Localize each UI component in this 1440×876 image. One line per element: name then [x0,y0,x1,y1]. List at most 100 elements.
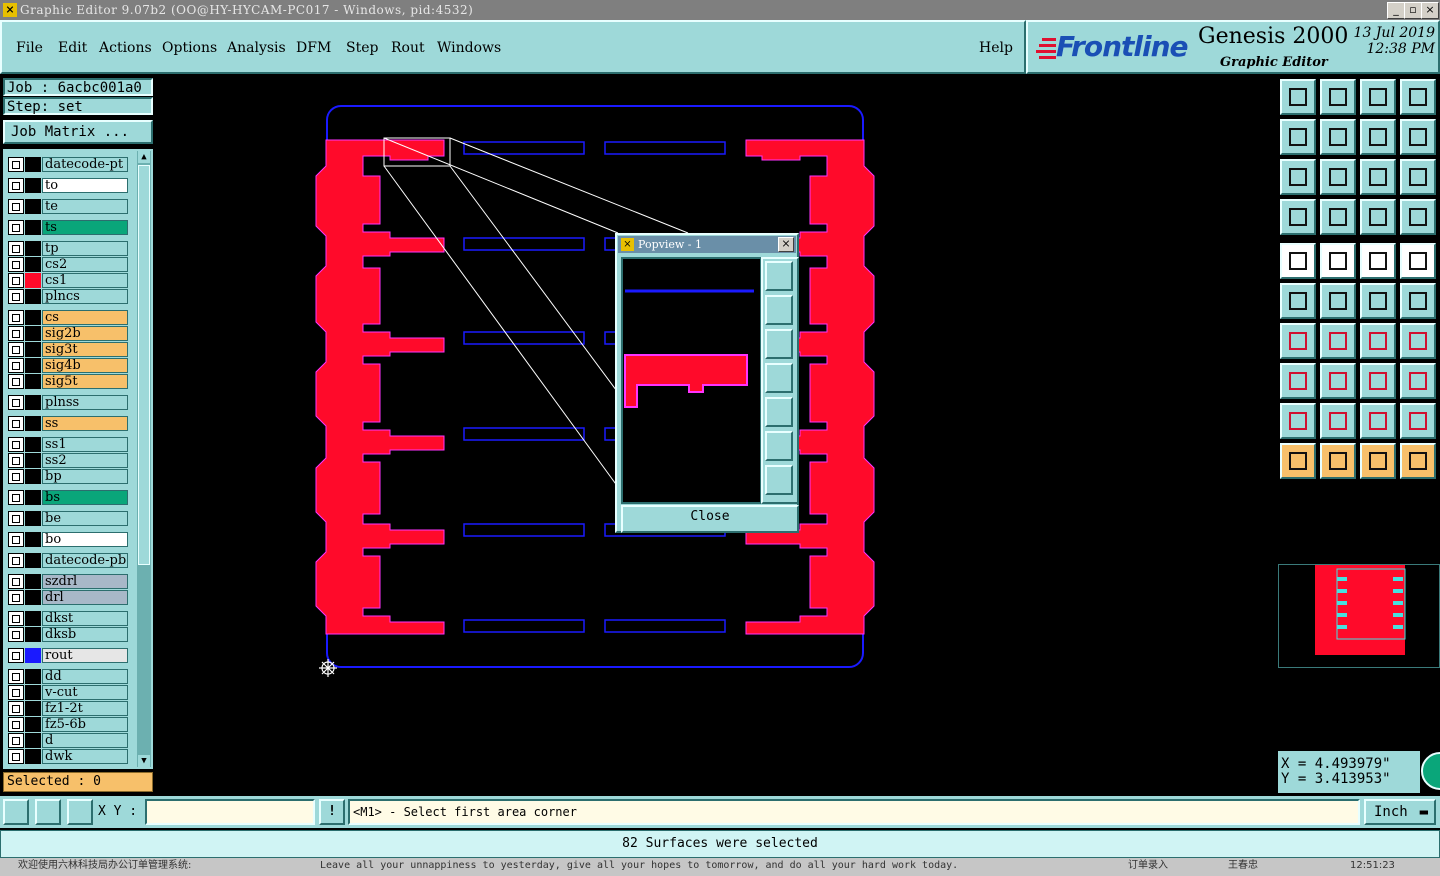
layer-name[interactable]: be [42,511,128,526]
dot-icon[interactable] [1400,243,1436,279]
split-icon[interactable] [1400,323,1436,359]
dimension-icon[interactable] [1360,363,1396,399]
layer-name[interactable]: to [42,178,128,193]
line-icon[interactable] [1320,323,1356,359]
layer-checkbox[interactable] [8,669,24,684]
layer-name[interactable]: sig5t [42,374,128,389]
segment-icon[interactable] [1320,363,1356,399]
layer-checkbox[interactable] [8,701,24,716]
layer-color-swatch[interactable] [25,395,41,410]
layer-checkbox[interactable] [8,358,24,373]
shapes-icon[interactable] [1400,363,1436,399]
layer-name[interactable]: dksb [42,627,128,642]
layer-color-swatch[interactable] [25,648,41,663]
connect-icon[interactable] [1280,283,1316,319]
layer-name[interactable]: fz1-2t [42,701,128,716]
undo-icon[interactable] [1360,119,1396,155]
layer-checkbox[interactable] [8,532,24,547]
menu-edit[interactable]: Edit [58,40,87,56]
layer-checkbox[interactable] [8,611,24,626]
layer-name[interactable]: datecode-pb [42,553,128,568]
layers-blue-icon[interactable] [1400,199,1436,235]
layer-name[interactable]: dkst [42,611,128,626]
menu-file[interactable]: File [16,40,43,56]
layer-checkbox[interactable] [8,717,24,732]
zoom-fit-icon[interactable] [1280,159,1316,195]
layer-color-swatch[interactable] [25,627,41,642]
layer-checkbox[interactable] [8,511,24,526]
layer-name[interactable]: ss [42,416,128,431]
pointer-path-icon[interactable] [1400,443,1436,479]
layer-color-swatch[interactable] [25,685,41,700]
overview-map[interactable] [1278,564,1440,668]
layer-checkbox[interactable] [8,416,24,431]
layer-name[interactable]: sig4b [42,358,128,373]
zoom-right-icon[interactable] [1320,119,1356,155]
pointer-icon[interactable] [1280,443,1316,479]
info-icon[interactable]: ! [319,799,345,825]
layer-checkbox[interactable] [8,257,24,272]
pointer-box-icon[interactable] [1320,443,1356,479]
popview-zoom-in-icon[interactable] [765,431,793,461]
close-window-button[interactable]: × [1421,2,1439,19]
layer-color-swatch[interactable] [25,749,41,764]
triangle-2-icon[interactable] [1320,403,1356,439]
menu-options[interactable]: Options [162,40,217,56]
fit-top-icon[interactable] [1280,79,1316,115]
arc-icon[interactable] [1360,323,1396,359]
layer-name[interactable]: bs [42,490,128,505]
popview-zoom-out-icon[interactable] [765,465,793,495]
layer-color-swatch[interactable] [25,257,41,272]
triangle-3-icon[interactable] [1360,403,1396,439]
layer-name[interactable]: cs2 [42,257,128,272]
help-icon[interactable] [1400,159,1436,195]
layer-checkbox[interactable] [8,749,24,764]
pointer-circle-icon[interactable] [1360,443,1396,479]
pen-icon[interactable] [1280,199,1316,235]
layer-checkbox[interactable] [8,342,24,357]
menu-windows[interactable]: Windows [437,40,501,56]
cross-icon[interactable] [1320,283,1356,319]
layer-color-swatch[interactable] [25,310,41,325]
layer-list-scrollbar[interactable]: ▲ ▼ [137,151,151,767]
layer-checkbox[interactable] [8,553,24,568]
layer-checkbox[interactable] [8,469,24,484]
layer-color-swatch[interactable] [25,289,41,304]
popview-fit-icon[interactable] [765,261,793,291]
layer-checkbox[interactable] [8,310,24,325]
layer-name[interactable]: sig2b [42,326,128,341]
layer-name[interactable]: sig3t [42,342,128,357]
layer-color-swatch[interactable] [25,358,41,373]
window-icon[interactable] [1400,79,1436,115]
triangle-icon[interactable] [1280,403,1316,439]
layer-color-swatch[interactable] [25,553,41,568]
layer-color-swatch[interactable] [25,178,41,193]
layer-color-swatch[interactable] [25,611,41,626]
triangle-4-icon[interactable] [1400,403,1436,439]
layer-checkbox[interactable] [8,178,24,193]
layer-color-swatch[interactable] [25,342,41,357]
layer-name[interactable]: ss2 [42,453,128,468]
layer-name[interactable]: tp [42,241,128,256]
layer-name[interactable]: ts [42,220,128,235]
menu-actions[interactable]: Actions [99,40,152,56]
layer-name[interactable]: fz5-6b [42,717,128,732]
layer-checkbox[interactable] [8,733,24,748]
layer-color-swatch[interactable] [25,157,41,172]
layer-color-swatch[interactable] [25,717,41,732]
layer-color-swatch[interactable] [25,701,41,716]
menu-step[interactable]: Step [346,40,378,56]
job-matrix-button[interactable]: Job Matrix ... [3,120,153,144]
layer-name[interactable]: ss1 [42,437,128,452]
menu-analysis[interactable]: Analysis [227,40,286,56]
layer-checkbox[interactable] [8,574,24,589]
layer-checkbox[interactable] [8,220,24,235]
layer-color-swatch[interactable] [25,669,41,684]
popview-pan-up-icon[interactable] [765,295,793,325]
xy-input[interactable] [145,799,315,825]
layer-name[interactable]: szdrl [42,574,128,589]
layer-name[interactable]: cs [42,310,128,325]
layer-checkbox[interactable] [8,395,24,410]
layer-color-swatch[interactable] [25,532,41,547]
minimize-button[interactable]: _ [1387,2,1405,19]
